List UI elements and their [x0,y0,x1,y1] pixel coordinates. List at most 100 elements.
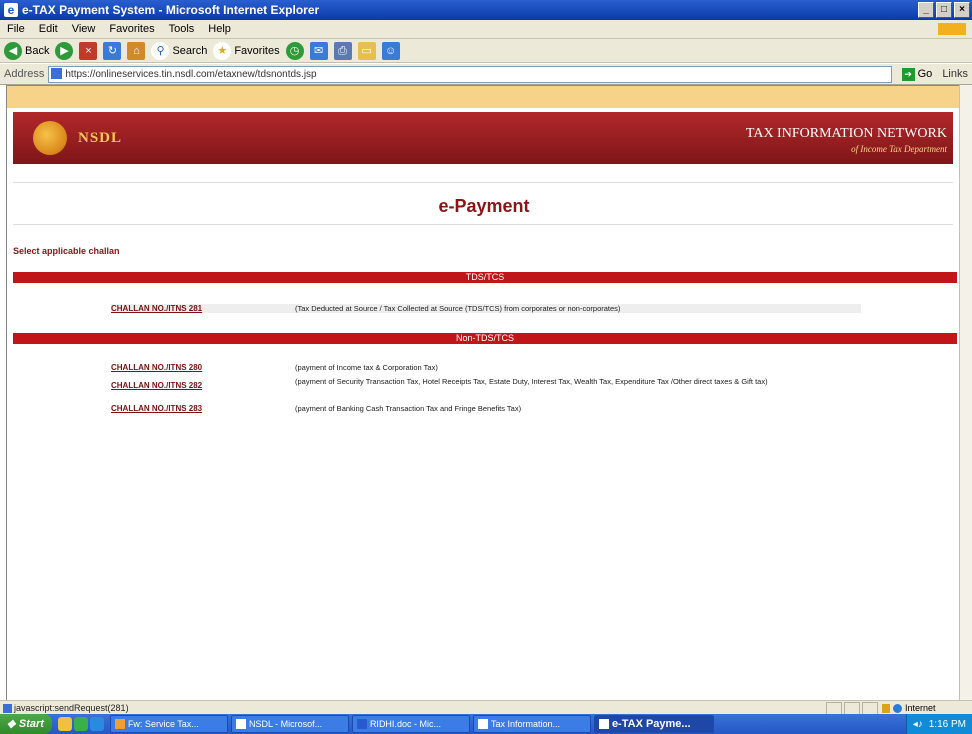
menu-bar: File Edit View Favorites Tools Help [0,20,972,39]
mail-icon[interactable]: ✉ [309,41,328,60]
minimize-button[interactable]: _ [918,2,934,18]
challan-link-281[interactable]: CHALLAN NO./ITNS 281 [111,304,295,313]
zone-label: Internet [905,703,936,713]
status-cell [844,701,860,715]
taskbar-button-label: RIDHI.doc - Mic... [369,719,441,729]
search-icon: ⚲ [151,41,170,60]
print-icon[interactable]: ⎙ [333,41,352,60]
divider [13,182,953,183]
taskbar-button[interactable]: Fw: Service Tax... [109,715,228,733]
search-button[interactable]: ⚲ Search [151,41,208,60]
tin-title: TAX INFORMATION NETWORK [745,126,947,141]
back-button[interactable]: ◀ Back [4,41,50,60]
section-header-non-tds: Non-TDS/TCS [13,333,957,344]
ie-logo-icon: e [4,3,18,17]
challan-desc: (payment of Banking Cash Transaction Tax… [295,404,522,413]
quick-launch-icon[interactable] [73,717,88,731]
address-label: Address [4,68,45,80]
challan-desc: (payment of Income tax & Corporation Tax… [295,363,438,372]
challan-row: CHALLAN NO./ITNS 280 (payment of Income … [111,363,861,372]
ie-icon [477,719,488,729]
outlook-icon [114,719,125,729]
address-input[interactable]: https://onlineservices.tin.nsdl.com/etax… [48,65,892,83]
challan-desc: (Tax Deducted at Source / Tax Collected … [295,304,621,313]
page-viewport: NSDL TAX INFORMATION NETWORK of Income T… [6,85,962,702]
stop-icon[interactable]: × [79,41,98,60]
menu-file[interactable]: File [0,23,32,35]
window-title: e-TAX Payment System - Microsoft Interne… [22,3,320,17]
maximize-button[interactable]: □ [936,2,952,18]
taskbar-button[interactable]: NSDL - Microsof... [230,715,349,733]
section-header-tds: TDS/TCS [13,272,957,283]
menu-view[interactable]: View [65,23,103,35]
status-cell [826,701,842,715]
ie-icon [235,719,246,729]
nsdl-logo-text: NSDL [78,130,123,146]
home-icon[interactable]: ⌂ [127,41,146,60]
menu-favorites[interactable]: Favorites [102,23,161,35]
windows-logo-icon: ❖ [6,718,16,731]
refresh-icon[interactable]: ↻ [103,41,122,60]
links-button[interactable]: Links [936,68,972,80]
nsdl-banner: NSDL TAX INFORMATION NETWORK of Income T… [13,112,953,164]
messenger-icon[interactable]: ☺ [381,41,400,60]
security-zone: Internet [878,703,972,713]
top-band [7,86,961,108]
go-arrow-icon: ➔ [901,67,915,81]
challan-row: CHALLAN NO./ITNS 281 (Tax Deducted at So… [111,304,861,313]
quick-launch-icon[interactable] [89,717,104,731]
forward-button[interactable]: ▶ [55,41,74,60]
globe-icon [893,703,902,713]
taskbar: ❖ Start Fw: Service Tax... NSDL - Micros… [0,714,972,734]
vertical-scrollbar[interactable] [959,85,972,700]
windows-flag-icon [938,23,966,35]
quick-launch-icon[interactable] [57,717,72,731]
page-icon [51,67,63,79]
back-label: Back [25,44,50,57]
challan-desc: (payment of Security Transaction Tax, Ho… [295,377,768,386]
close-button[interactable]: × [954,2,970,18]
menu-edit[interactable]: Edit [32,23,65,35]
taskbar-button-label: Fw: Service Tax... [127,719,199,729]
select-challan-label: Select applicable challan [13,246,120,256]
quick-launch [57,717,104,731]
search-label: Search [172,44,208,57]
word-icon [356,719,367,729]
status-text: javascript:sendRequest(281) [0,703,824,713]
divider [13,224,953,225]
taskbar-button-label: NSDL - Microsof... [248,719,323,729]
start-button[interactable]: ❖ Start [0,714,52,734]
back-arrow-icon: ◀ [4,41,22,60]
lock-icon [882,703,890,713]
folder-icon[interactable]: ▭ [357,41,376,60]
title-bar: e e-TAX Payment System - Microsoft Inter… [0,0,972,20]
go-label: Go [917,68,933,80]
taskbar-button[interactable]: Tax Information... [472,715,591,733]
challan-link-280[interactable]: CHALLAN NO./ITNS 280 [111,363,295,372]
menu-tools[interactable]: Tools [162,23,202,35]
tin-subtitle: of Income Tax Department [851,144,947,154]
challan-link-282[interactable]: CHALLAN NO./ITNS 282 [111,377,295,390]
star-icon: ★ [213,41,232,60]
status-cell [862,701,878,715]
clock: 1:16 PM [928,718,966,730]
go-button[interactable]: ➔ Go [898,67,937,81]
challan-link-283[interactable]: CHALLAN NO./ITNS 283 [111,404,295,413]
favorites-button[interactable]: ★ Favorites [213,41,280,60]
speaker-icon[interactable]: ◂♪ [913,719,923,730]
system-tray: ◂♪ 1:16 PM [905,714,972,734]
address-bar: Address https://onlineservices.tin.nsdl.… [0,64,972,85]
status-bar: javascript:sendRequest(281) Internet [0,700,972,715]
menu-help[interactable]: Help [201,23,238,35]
history-icon[interactable]: ◷ [285,41,304,60]
start-label: Start [18,718,44,730]
taskbar-button-label: Tax Information... [490,719,560,729]
address-url: https://onlineservices.tin.nsdl.com/etax… [65,68,317,80]
challan-row: CHALLAN NO./ITNS 282 (payment of Securit… [111,377,861,390]
favorites-label: Favorites [234,44,280,57]
page-title: e-Payment [438,196,530,216]
taskbar-button[interactable]: RIDHI.doc - Mic... [351,715,470,733]
ie-icon [598,719,609,729]
taskbar-button-active[interactable]: e-TAX Payme... [593,715,714,733]
challan-row: CHALLAN NO./ITNS 283 (payment of Banking… [111,404,861,413]
